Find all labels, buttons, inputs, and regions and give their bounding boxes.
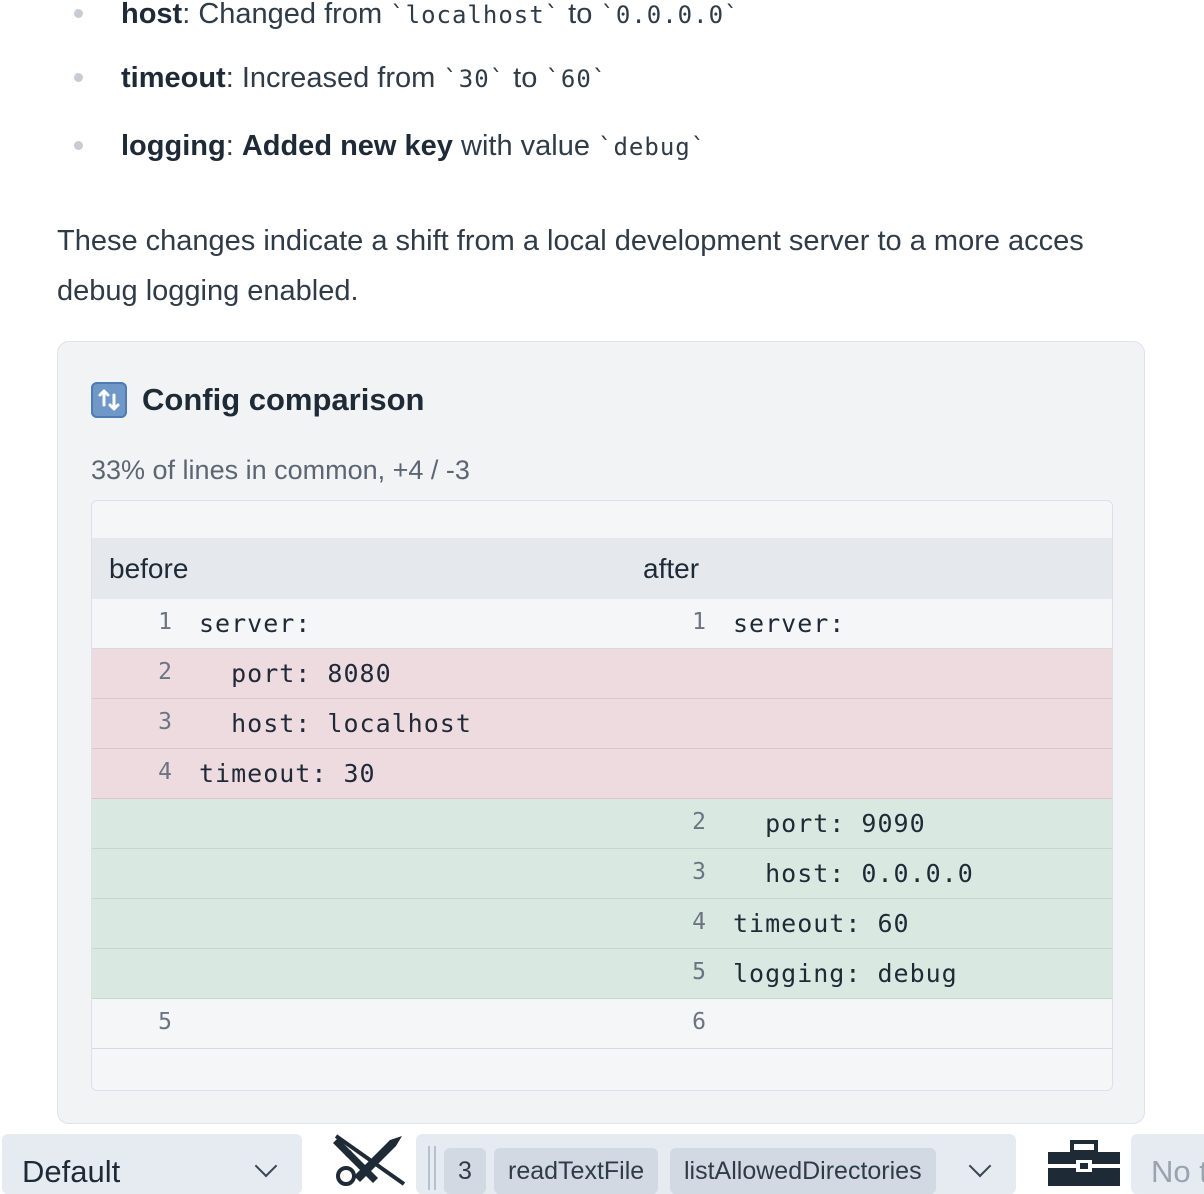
tool-count-badge: 3	[444, 1148, 486, 1194]
line-number: 1	[692, 609, 706, 635]
tool-chips-panel: 3 readTextFile listAllowedDirectories	[416, 1134, 1016, 1194]
inline-code: `0.0.0.0`	[600, 1, 740, 29]
line-content: port: 8080	[199, 659, 392, 688]
diff-summary: 33% of lines in common, +4 / -3	[91, 455, 470, 485]
diff-row-add: 5 logging: debug	[92, 949, 1112, 999]
line-number: 1	[158, 609, 172, 635]
toolbox-glyph	[1048, 1140, 1120, 1186]
line-number: 2	[692, 809, 706, 835]
line-number: 2	[158, 659, 172, 685]
line-number: 3	[692, 859, 706, 885]
line-number: 4	[692, 909, 706, 935]
summary-line: These changes indicate a shift from a lo…	[57, 225, 1084, 257]
diff-table: before after 1 server: 1 server: 2 port: 808…	[91, 500, 1113, 1091]
mode-select[interactable]: Default	[2, 1134, 302, 1194]
bottom-toolbar: Default 3 readTextFile listAllowedDirect…	[0, 1132, 1204, 1194]
tool-chip-listalloweddirectories[interactable]: listAllowedDirectories	[670, 1148, 936, 1194]
tools-disabled-icon[interactable]	[332, 1132, 408, 1186]
line-number: 3	[158, 709, 172, 735]
bullet-dot	[74, 9, 83, 18]
mode-select-value: Default	[22, 1154, 121, 1189]
list-item-text: timeout: Increased from `30` to `60`	[121, 62, 608, 94]
diff-row-ctx: 56	[92, 999, 1112, 1049]
line-content: timeout: 60	[733, 909, 910, 938]
drag-handle[interactable]	[434, 1146, 436, 1190]
line-content: port: 9090	[733, 809, 926, 838]
inline-code: `60`	[545, 65, 608, 93]
summary-line: debug logging enabled.	[57, 275, 359, 307]
config-comparison-card: Config comparison 33% of lines in common…	[57, 341, 1145, 1124]
chevron-down-icon	[254, 1154, 278, 1178]
line-content: host: 0.0.0.0	[733, 859, 974, 888]
chevron-down-icon[interactable]	[968, 1154, 992, 1178]
line-content: server:	[199, 609, 312, 638]
tool-chip-readtextfile[interactable]: readTextFile	[494, 1148, 659, 1194]
emphasis-text: Added new key	[241, 130, 453, 162]
no-tools-button[interactable]: No t	[1131, 1134, 1204, 1194]
toolbox-icon[interactable]	[1046, 1140, 1122, 1186]
diff-row-del: 2 port: 8080	[92, 649, 1112, 699]
inline-code: `30`	[443, 65, 506, 93]
line-content: logging: debug	[733, 959, 958, 988]
card-header: Config comparison	[91, 382, 424, 418]
after-column-header: after	[643, 553, 700, 584]
refresh-icon-glyph	[98, 389, 120, 411]
bullet-dot	[74, 141, 83, 150]
refresh-icon	[91, 382, 127, 418]
summary-paragraph: These changes indicate a shift from a lo…	[57, 216, 1204, 316]
key-name: host	[121, 0, 183, 30]
line-number: 5	[158, 1009, 172, 1035]
drag-handle[interactable]	[428, 1146, 430, 1190]
diff-header: before after	[92, 538, 1112, 600]
line-number: 4	[158, 759, 172, 785]
tools-disabled-glyph	[333, 1134, 406, 1186]
diff-row-del: 4 timeout: 30	[92, 749, 1112, 799]
key-name: logging	[121, 130, 226, 162]
diff-row-add: 2 port: 9090	[92, 799, 1112, 849]
inline-code: `debug`	[598, 133, 707, 161]
key-name: timeout	[121, 62, 226, 94]
diff-row-ctx: 1 server: 1 server:	[92, 599, 1112, 649]
line-number: 5	[692, 959, 706, 985]
list-item-text: logging: Added new key with value `debug…	[121, 130, 707, 162]
no-tools-label: No t	[1151, 1154, 1204, 1189]
inline-code: `localhost`	[390, 1, 561, 29]
line-content: timeout: 30	[199, 759, 376, 788]
diff-row-del: 3 host: localhost	[92, 699, 1112, 749]
bullet-dot	[74, 73, 83, 82]
line-number: 6	[692, 1009, 706, 1035]
diff-row-add: 3 host: 0.0.0.0	[92, 849, 1112, 899]
diff-row-add: 4 timeout: 60	[92, 899, 1112, 949]
list-item-text: host: Changed from `localhost` to `0.0.0…	[121, 0, 740, 30]
line-content: host: localhost	[199, 709, 472, 738]
line-content: server:	[733, 609, 846, 638]
card-title: Config comparison	[142, 382, 425, 417]
before-column-header: before	[109, 553, 189, 584]
